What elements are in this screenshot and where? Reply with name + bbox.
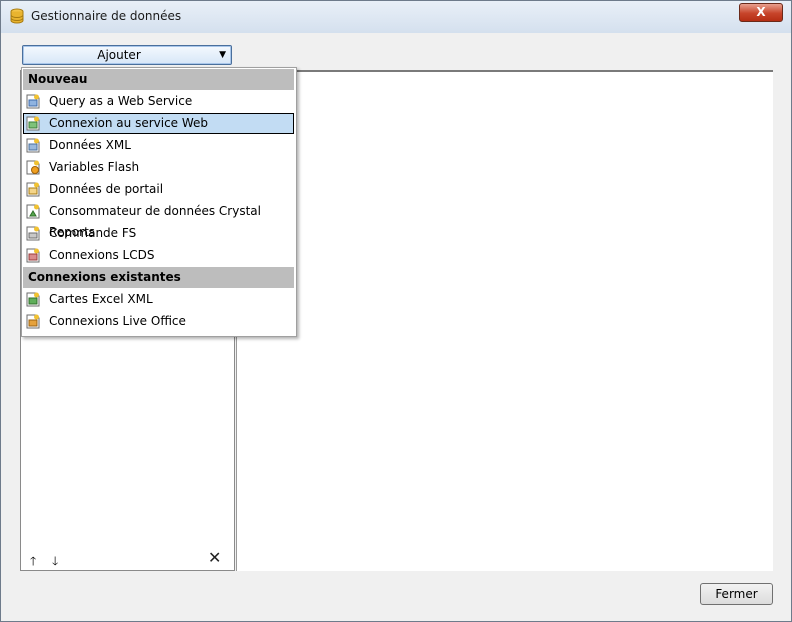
add-dropdown-button[interactable]: Ajouter ▼ [22, 45, 232, 65]
menu-header-existing: Connexions existantes [23, 267, 294, 288]
lcds-icon [26, 248, 40, 263]
add-connection-menu: Nouveau Query as a Web Service Connexion… [21, 67, 297, 337]
menu-item-crystal-reports-consumer[interactable]: Consommateur de données Crystal Reports [23, 201, 294, 239]
menu-item-query-web-service[interactable]: Query as a Web Service [23, 91, 294, 112]
menu-item-xml-data[interactable]: Données XML [23, 135, 294, 156]
menu-item-label: Query as a Web Service [49, 94, 193, 108]
add-dropdown-label: Ajouter [97, 48, 141, 62]
delete-icon[interactable]: ✕ [208, 548, 221, 567]
web-connection-icon [26, 116, 40, 131]
flash-variables-icon [26, 160, 40, 175]
menu-item-label: Données XML [49, 138, 131, 152]
title-bar[interactable]: Gestionnaire de données X [1, 1, 791, 33]
move-down-icon[interactable]: 🡓 [52, 552, 58, 573]
menu-item-label: Cartes Excel XML [49, 292, 153, 306]
move-up-icon[interactable]: 🡑 [30, 552, 36, 573]
menu-item-excel-xml-maps[interactable]: Cartes Excel XML [23, 289, 294, 310]
portal-data-icon [26, 182, 40, 197]
menu-item-label: Connexions LCDS [49, 248, 155, 262]
menu-item-lcds-connections[interactable]: Connexions LCDS [23, 245, 294, 266]
xml-data-icon [26, 138, 40, 153]
excel-xml-icon [26, 292, 40, 307]
menu-item-label: Connexions Live Office [49, 314, 186, 328]
chevron-down-icon: ▼ [219, 50, 226, 60]
menu-item-label: Connexion au service Web [49, 116, 209, 130]
menu-item-label: Commande FS [49, 226, 137, 240]
window-close-button[interactable]: X [739, 3, 783, 22]
menu-item-label: Variables Flash [49, 160, 140, 174]
web-service-icon [26, 94, 40, 109]
menu-header-new: Nouveau [23, 69, 294, 90]
menu-item-fs-command[interactable]: Commande FS [23, 223, 294, 244]
live-office-icon [26, 314, 40, 329]
menu-item-live-office-connections[interactable]: Connexions Live Office [23, 311, 294, 332]
menu-item-label: Données de portail [49, 182, 164, 196]
close-dialog-button[interactable]: Fermer [700, 583, 773, 605]
crystal-reports-icon [26, 204, 40, 219]
menu-item-web-service-connection[interactable]: Connexion au service Web [23, 113, 294, 134]
window-title: Gestionnaire de données [31, 9, 182, 23]
connection-properties-panel [236, 70, 773, 571]
menu-item-flash-variables[interactable]: Variables Flash [23, 157, 294, 178]
fs-command-icon [26, 226, 40, 241]
database-icon [10, 8, 24, 24]
menu-item-portal-data[interactable]: Données de portail [23, 179, 294, 200]
